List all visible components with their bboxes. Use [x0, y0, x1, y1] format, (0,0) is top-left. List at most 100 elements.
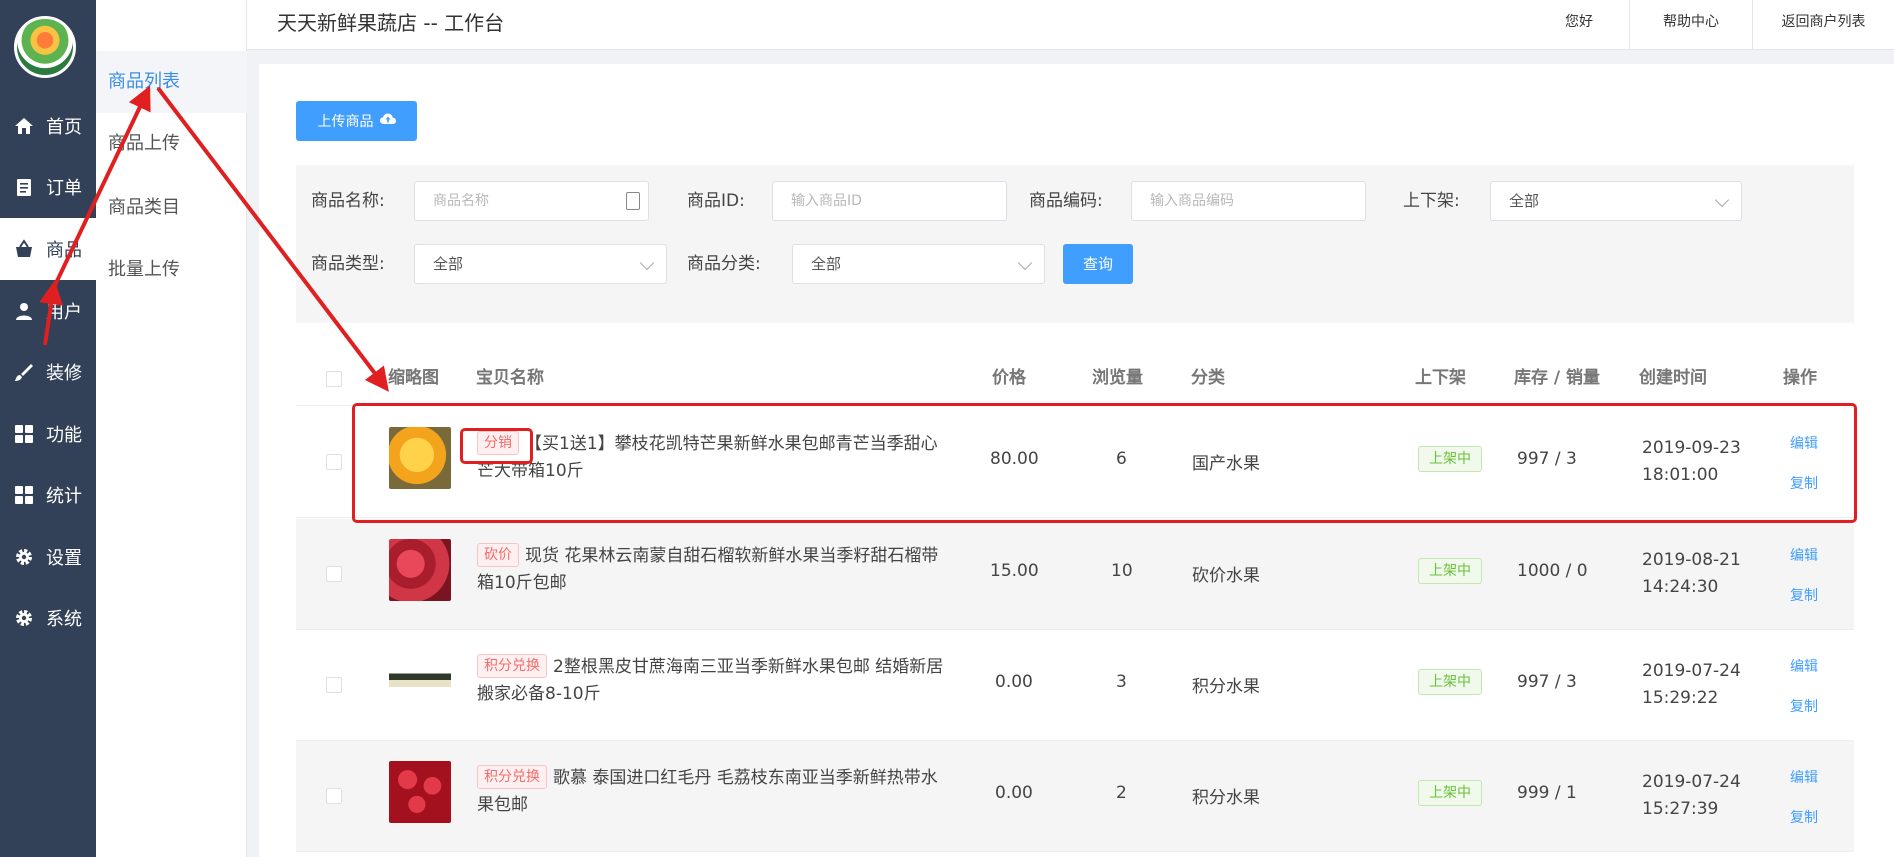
row-checkbox[interactable] [326, 788, 342, 804]
help-center-link[interactable]: 帮助中心 [1629, 0, 1752, 50]
nav-item-features[interactable]: 功能 [0, 403, 96, 465]
filter-panel: 商品名称: 商品名称 商品ID: 输入商品ID 商品编码: 输入商品编码 上下架… [296, 165, 1854, 323]
calendar-icon [626, 192, 640, 210]
cloud-upload-icon [379, 113, 396, 129]
status-badge: 上架中 [1418, 558, 1482, 584]
views-cell: 2 [1116, 783, 1127, 803]
product-type-label: 商品类型: [311, 254, 385, 274]
column-header: 浏览量 [1092, 368, 1143, 388]
nav-item-users[interactable]: 用户 [0, 280, 96, 342]
row-checkbox[interactable] [326, 566, 342, 582]
product-id-input[interactable]: 输入商品ID [772, 181, 1007, 221]
product-thumbnail[interactable] [389, 761, 451, 823]
nav-item-label: 商品 [46, 240, 82, 261]
home-icon [12, 114, 36, 138]
product-code-label: 商品编码: [1029, 191, 1103, 211]
column-header: 宝贝名称 [476, 368, 544, 388]
clipboard-icon [12, 175, 36, 199]
nav-item-label: 系统 [46, 609, 82, 630]
grid-icon [12, 483, 36, 507]
shelf-status-label: 上下架: [1403, 191, 1460, 211]
copy-link[interactable]: 复制 [1790, 807, 1818, 827]
status-badge: 上架中 [1418, 669, 1482, 695]
nav-item-label: 用户 [46, 302, 82, 323]
edit-link[interactable]: 编辑 [1790, 767, 1818, 787]
shop-logo[interactable] [14, 16, 76, 78]
column-header: 价格 [992, 368, 1026, 388]
nav-item-products[interactable]: 商品 [0, 218, 96, 280]
basket-icon [12, 237, 36, 261]
points-exchange-tag: 积分兑换 [477, 654, 547, 678]
price-cell: 15.00 [990, 561, 1039, 581]
nav-item-decoration[interactable]: 装修 [0, 341, 96, 403]
product-thumbnail[interactable] [389, 539, 451, 601]
edit-link[interactable]: 编辑 [1790, 656, 1818, 676]
nav-item-label: 订单 [46, 178, 82, 199]
column-header: 上下架 [1415, 368, 1466, 388]
nav-item-settings[interactable]: 设置 [0, 526, 96, 588]
gear-icon [12, 545, 36, 569]
created-time-cell: 2019-07-24 15:29:22 [1642, 661, 1741, 708]
stock-sales-cell: 999 / 1 [1517, 783, 1577, 803]
column-header: 缩略图 [388, 368, 439, 388]
product-id-label: 商品ID: [687, 191, 745, 211]
select-all-checkbox[interactable] [326, 371, 342, 387]
nav-item-stats[interactable]: 统计 [0, 464, 96, 526]
chevron-down-icon [1714, 192, 1730, 208]
product-name[interactable]: 砍价 现货 花果林云南蒙自甜石榴软新鲜水果当季籽甜石榴带箱10斤包邮 [477, 543, 947, 597]
chevron-down-icon [1017, 255, 1033, 271]
subnav-item-product-category[interactable]: 商品类目 [96, 177, 247, 239]
back-to-merchants-link[interactable]: 返回商户列表 [1752, 0, 1894, 50]
product-name-label: 商品名称: [311, 191, 385, 211]
product-thumbnail[interactable] [389, 650, 451, 712]
product-category-select[interactable]: 全部 [792, 244, 1045, 284]
annotation-highlight-row [352, 403, 1857, 523]
greeting-link[interactable]: 您好 [1529, 0, 1629, 50]
user-icon [12, 299, 36, 323]
category-cell: 积分水果 [1192, 677, 1260, 697]
sub-nav: 商品列表 商品上传 商品类目 批量上传 [96, 0, 247, 857]
nav-item-home[interactable]: 首页 [0, 95, 96, 157]
points-exchange-tag: 积分兑换 [477, 765, 547, 789]
table-row: 砍价 现货 花果林云南蒙自甜石榴软新鲜水果当季籽甜石榴带箱10斤包邮 15.00 … [296, 519, 1854, 630]
price-cell: 0.00 [995, 783, 1033, 803]
views-cell: 3 [1116, 672, 1127, 692]
product-name[interactable]: 积分兑换 2整根黑皮甘蔗海南三亚当季新鲜水果包邮 结婚新居搬家必备8-10斤 [477, 654, 947, 708]
nav-item-system[interactable]: 系统 [0, 587, 96, 649]
column-header: 库存 / 销量 [1514, 368, 1601, 388]
row-checkbox[interactable] [326, 677, 342, 693]
row-checkbox[interactable] [326, 454, 342, 470]
column-header: 操作 [1783, 368, 1817, 388]
stock-sales-cell: 997 / 3 [1517, 672, 1577, 692]
page-title: 天天新鲜果蔬店 -- 工作台 [277, 11, 505, 35]
nav-item-orders[interactable]: 订单 [0, 156, 96, 218]
grid-icon [12, 422, 36, 446]
created-time-cell: 2019-07-24 15:27:39 [1642, 772, 1741, 819]
top-header: 天天新鲜果蔬店 -- 工作台 您好 帮助中心 返回商户列表 [247, 0, 1894, 50]
product-type-select[interactable]: 全部 [414, 244, 667, 284]
product-category-label: 商品分类: [687, 254, 761, 274]
stock-sales-cell: 1000 / 0 [1517, 561, 1588, 581]
subnav-item-product-upload[interactable]: 商品上传 [96, 113, 247, 175]
shelf-status-select[interactable]: 全部 [1490, 181, 1742, 221]
brush-icon [12, 360, 36, 384]
query-button[interactable]: 查询 [1063, 244, 1133, 284]
category-cell: 砍价水果 [1192, 566, 1260, 586]
annotation-highlight-tag [460, 428, 533, 464]
created-time-cell: 2019-08-21 14:24:30 [1642, 550, 1741, 597]
copy-link[interactable]: 复制 [1790, 585, 1818, 605]
product-name-input[interactable]: 商品名称 [414, 181, 649, 221]
table-row: 积分兑换 歌慕 泰国进口红毛丹 毛荔枝东南亚当季新鲜热带水果包邮 0.00 2 积… [296, 741, 1854, 852]
column-header: 分类 [1191, 368, 1225, 388]
column-header: 创建时间 [1639, 368, 1707, 388]
edit-link[interactable]: 编辑 [1790, 545, 1818, 565]
subnav-item-batch-upload[interactable]: 批量上传 [96, 239, 247, 301]
nav-item-label: 首页 [46, 117, 82, 138]
upload-product-button[interactable]: 上传商品 [296, 101, 417, 141]
subnav-item-product-list[interactable]: 商品列表 [96, 51, 247, 113]
product-code-input[interactable]: 输入商品编码 [1131, 181, 1366, 221]
views-cell: 10 [1111, 561, 1133, 581]
product-name[interactable]: 积分兑换 歌慕 泰国进口红毛丹 毛荔枝东南亚当季新鲜热带水果包邮 [477, 765, 947, 819]
chevron-down-icon [639, 255, 655, 271]
copy-link[interactable]: 复制 [1790, 696, 1818, 716]
